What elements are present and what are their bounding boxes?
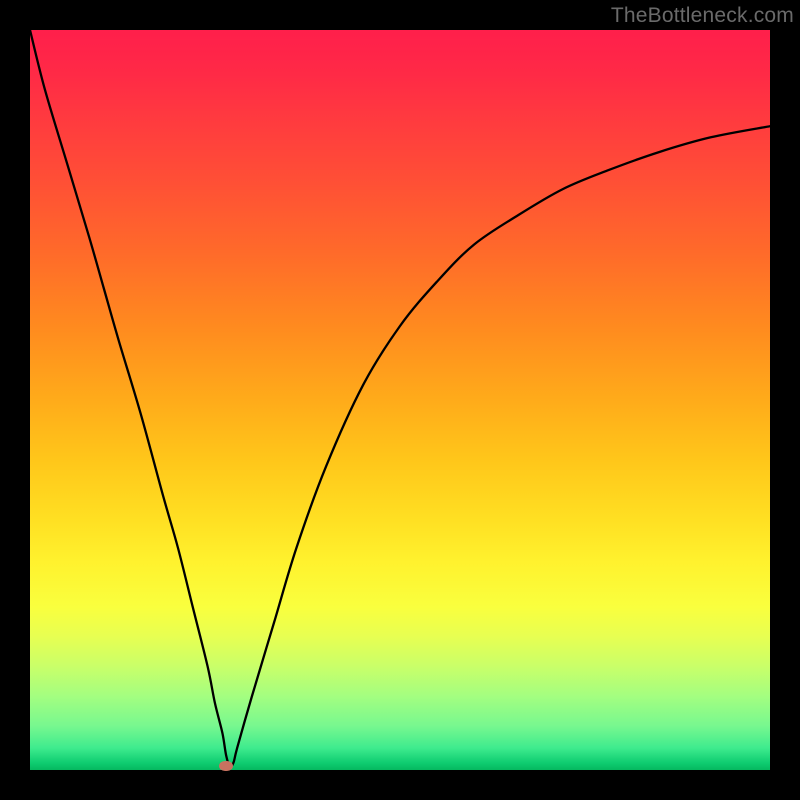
watermark-text: TheBottleneck.com (611, 4, 794, 28)
bottleneck-curve-svg (30, 30, 770, 770)
chart-frame: TheBottleneck.com (0, 0, 800, 800)
plot-area (30, 30, 770, 770)
bottleneck-curve-path (30, 30, 770, 767)
